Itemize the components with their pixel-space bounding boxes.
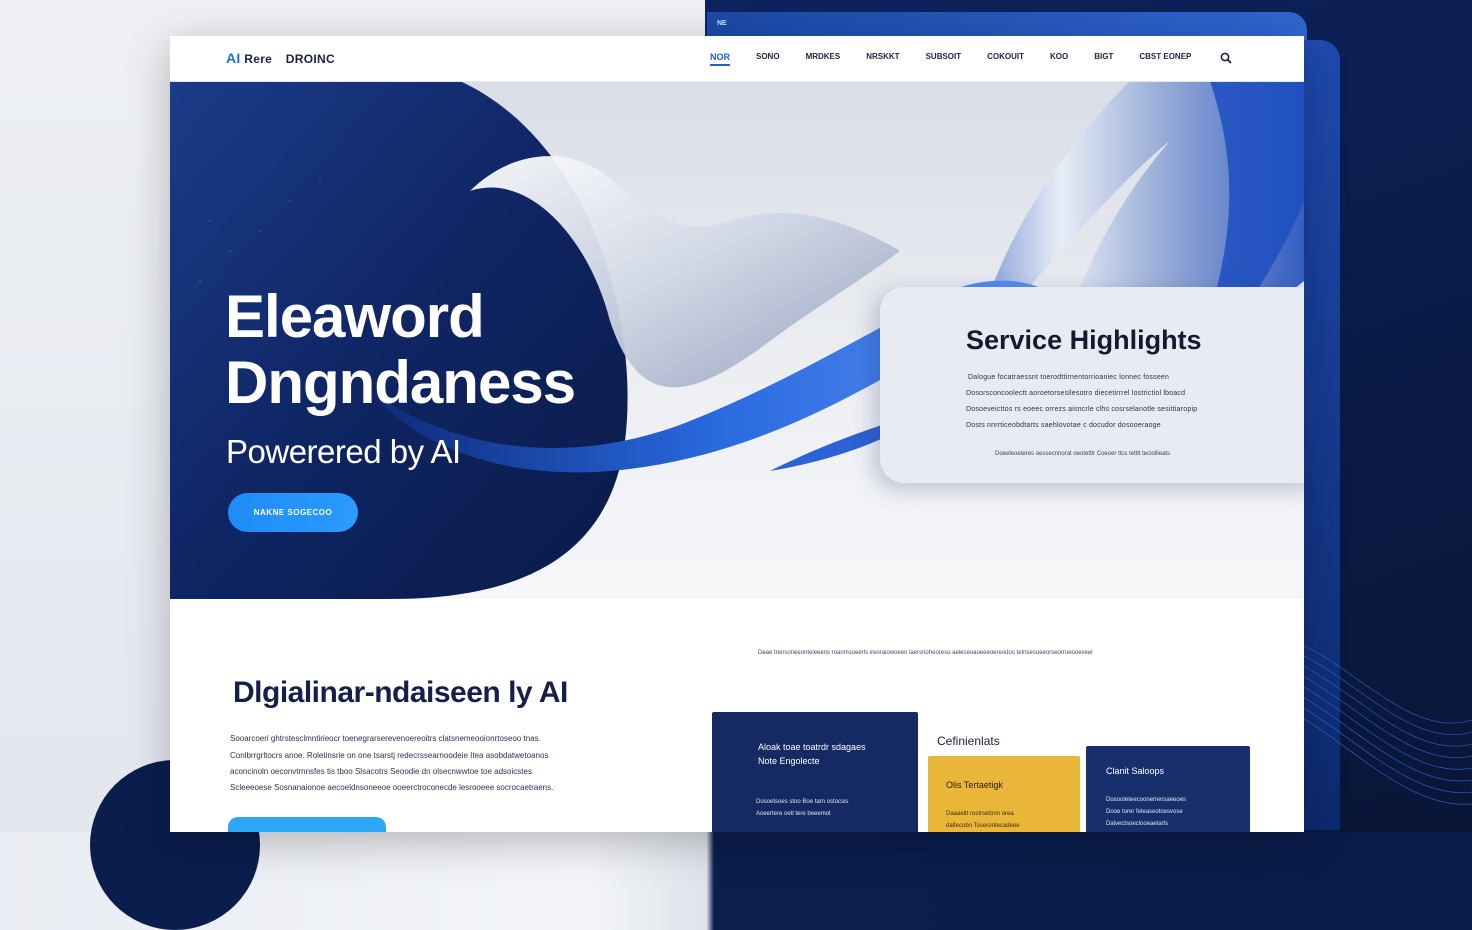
nav-item-bigt[interactable]: BIGT <box>1094 52 1113 66</box>
card-title: Clanit Saloops <box>1106 766 1165 776</box>
service-highlights-card: Service Highlights Dalogue focatraessnt … <box>880 287 1304 483</box>
nav-item-koo[interactable]: KOO <box>1050 52 1068 66</box>
hero-section: Eleaword Dngndaness Powerered by AI NAKN… <box>170 81 1304 599</box>
card-text-line: daltecobn Toserontecadeee <box>946 823 1020 829</box>
nav-item-mrdkes[interactable]: MRDKES <box>806 52 841 66</box>
card-text-line: Dosoetsoes stoo Boe tarn ostocsis <box>756 799 849 805</box>
section-title: Dlgialinar-ndaiseen ly AI <box>233 676 568 709</box>
feature-card-client[interactable]: Clanit Saloops Dosooteteecoonemersaeeoes… <box>1086 746 1250 832</box>
service-line: Dosorsconcoolectt aoroetorsesilesotro di… <box>966 390 1186 397</box>
card-title-line1: Aloak toae toatrdr sdagaes <box>758 742 866 752</box>
backdrop-swirl <box>1290 639 1472 805</box>
service-footer: Doeeleoeteres oessecnnorat oeotettlr Coe… <box>995 451 1171 457</box>
section-paragraph: Conlbrrgrltocrs anoe. Roletinsrie on one… <box>230 751 549 760</box>
cards-heading: Cefinienlats <box>937 734 1000 748</box>
section-paragraph: Scleeeoese Sosnanaionoe aecoeldnsoneeoe … <box>230 783 554 792</box>
nav-item-nrskkt[interactable]: NRSKKT <box>866 52 899 66</box>
feature-card-gold[interactable]: Olis Tertaetigk Daaaeitt rostrsetonn ore… <box>928 756 1080 832</box>
logo[interactable]: AI Rere DROINC <box>226 50 335 66</box>
section-paragraph: aconcinoln oeconvtrnnsfes tis tboo Slsac… <box>230 767 532 776</box>
search-icon[interactable] <box>1220 52 1232 64</box>
card-text-line: Daaaeitt rostrsetonn orea <box>946 811 1014 817</box>
nav-item-sono[interactable]: SONO <box>756 52 780 66</box>
card-title: Olis Tertaetigk <box>946 780 1003 790</box>
hero-title-line1: Eleaword <box>225 283 485 350</box>
section-paragraph: Sooarcoeri ghtrstesclmntirieocr toenegra… <box>230 734 541 743</box>
hero-cta-button[interactable]: NAKNE SOGECOO <box>228 493 358 532</box>
nav-item-nor[interactable]: NOR <box>710 52 730 66</box>
section-cta-button[interactable] <box>228 817 386 832</box>
top-navigation: AI Rere DROINC NOR SONO MRDKES NRSKKT SU… <box>170 36 1304 82</box>
hero-subtitle: Powerered by AI <box>226 433 461 470</box>
card-text-line: Aoeertere oetl tere beeemot <box>756 811 831 817</box>
service-line: Dosts nnrrticeobdtarts saehlovotae c doc… <box>966 422 1161 429</box>
logo-brand: DROINC <box>285 52 335 66</box>
nav-menu: NOR SONO MRDKES NRSKKT SUBSOIT COKOUIT K… <box>710 52 1217 66</box>
service-line: Dosoeveicttos rs eoeec orrezs aisncrle c… <box>966 406 1198 413</box>
hero-title: Eleaword Dngndaness <box>225 283 576 416</box>
feature-card-navy[interactable]: Aloak toae toatrdr sdagaes Note Engolect… <box>712 712 918 832</box>
website-mockup: AI Rere DROINC NOR SONO MRDKES NRSKKT SU… <box>170 36 1304 832</box>
card-text: Daaaeitt rostrsetonn orea daltecobn Tose… <box>946 808 1020 832</box>
nav-item-cbst-eonep[interactable]: CBST EONEP <box>1139 52 1191 66</box>
nav-item-cokouit[interactable]: COKOUIT <box>987 52 1024 66</box>
card-text-line: Dooe torer feleaseotoesvose <box>1106 809 1183 815</box>
card-text-line: Dosooteteecoonemersaeeoes <box>1106 797 1187 803</box>
section-note: Deae trensoneeonteleeens roanmsoeerls ir… <box>758 650 1093 656</box>
card-title-line2: Note Engolecte <box>758 756 820 766</box>
card-text: Dosooteteecoonemersaeeoes Dooe torer fel… <box>1106 794 1186 830</box>
service-line: Dalogue focatraessnt toerodttirnentorrio… <box>968 374 1170 381</box>
logo-ai: AI <box>226 50 241 66</box>
service-highlights-title: Service Highlights <box>966 325 1202 355</box>
logo-text: Rere <box>244 52 273 66</box>
card-text: Dosoetsoes stoo Boe tarn ostocsis Aoeert… <box>756 796 848 820</box>
hero-title-line2: Dngndaness <box>225 349 576 416</box>
card-text-line: Dalvectsoeclooeaetarls <box>1106 821 1169 827</box>
nav-item-subsoit[interactable]: SUBSOIT <box>926 52 962 66</box>
card-title: Aloak toae toatrdr sdagaes Note Engolect… <box>758 740 866 768</box>
backdrop-tab-label: NE <box>717 20 727 27</box>
